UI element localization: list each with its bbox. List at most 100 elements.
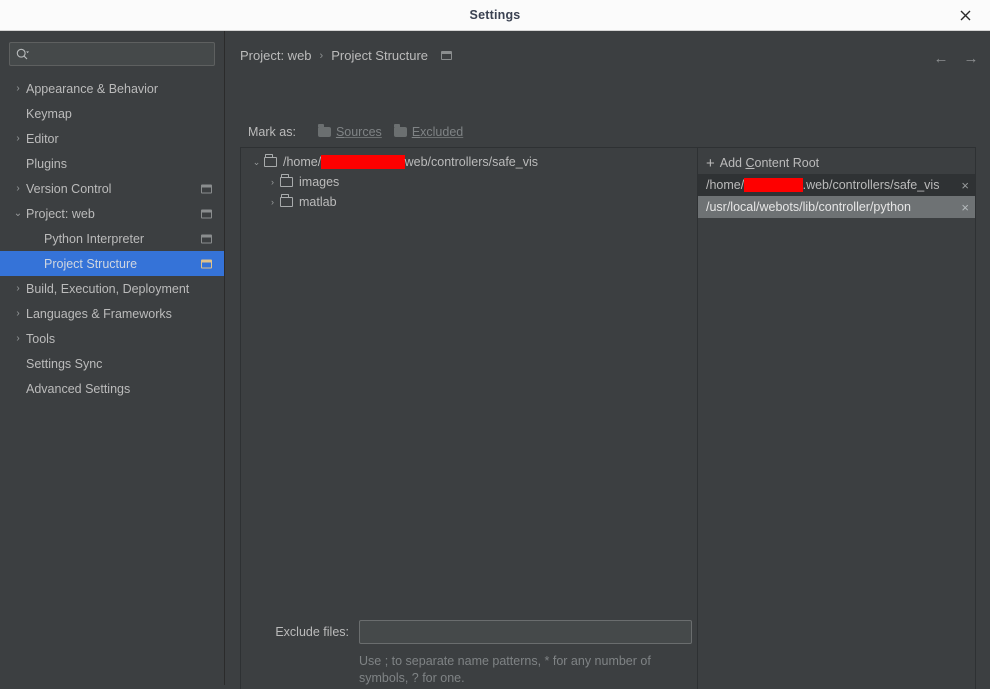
mark-as-toolbar: Mark as: Sources Excluded <box>248 124 464 139</box>
sidebar-item-label: Project Structure <box>44 256 138 271</box>
navigation-arrows: ← → <box>930 47 982 69</box>
mark-as-excluded-button[interactable]: Excluded <box>393 124 464 139</box>
plus-icon: + <box>706 154 715 172</box>
chevron-right-icon: › <box>16 308 20 319</box>
sidebar-item-label: Appearance & Behavior <box>26 81 159 96</box>
sidebar-item-version-control[interactable]: › Version Control <box>0 176 224 201</box>
content-root-tree-panel: ⌄ /home/XXXXXXXXXXweb/controllers/safe_vi… <box>241 148 698 689</box>
sidebar-item-tools[interactable]: › Tools <box>0 326 224 351</box>
sidebar-item-label: Languages & Frameworks <box>26 306 172 321</box>
add-content-root-button[interactable]: + Add Content Root <box>698 152 975 174</box>
sidebar-item-label: Advanced Settings <box>26 381 131 396</box>
chevron-right-icon: › <box>16 333 20 344</box>
add-content-root-label-post: ontent Root <box>754 156 820 170</box>
chevron-right-icon[interactable]: › <box>265 177 280 187</box>
exclude-files-input[interactable] <box>359 620 692 644</box>
sidebar-item-label: Keymap <box>26 106 72 121</box>
project-badge-icon <box>201 234 212 243</box>
path-suffix: web/controllers/safe_vis <box>404 155 538 169</box>
sidebar-item-label: Build, Execution, Deployment <box>26 281 190 296</box>
folder-icon <box>280 174 293 187</box>
project-badge-icon <box>201 209 212 218</box>
window-title: Settings <box>469 8 521 22</box>
search-container <box>0 31 224 74</box>
path-suffix: .web/controllers/safe_vis <box>802 178 940 192</box>
directory-path-label: matlab <box>299 195 337 209</box>
directory-tree-row[interactable]: › images <box>241 172 697 192</box>
sidebar-item-label: Project: web <box>26 206 95 221</box>
project-badge-icon <box>441 51 453 60</box>
mark-as-sources-button[interactable]: Sources <box>317 124 382 139</box>
sidebar-item-label: Version Control <box>26 181 112 196</box>
content-root-item[interactable]: /usr/local/webots/lib/controller/python × <box>698 196 975 218</box>
chevron-down-icon[interactable]: ⌄ <box>249 157 264 168</box>
exclude-files-hint: Use ; to separate name patterns, * for a… <box>359 654 651 685</box>
remove-content-root-icon[interactable]: × <box>961 178 969 193</box>
sidebar-item-settings-sync[interactable]: Settings Sync <box>0 351 224 376</box>
settings-category-tree: › Appearance & Behavior Keymap › Editor Plugi… <box>0 74 224 401</box>
settings-content: Project: web › Project Structure ← → Mar… <box>226 31 990 689</box>
project-structure-panel: ⌄ /home/XXXXXXXXXXweb/controllers/safe_vi… <box>240 147 976 689</box>
exclude-files-label: Exclude files: <box>275 625 349 639</box>
settings-sidebar: › Appearance & Behavior Keymap › Editor Plugi… <box>0 31 225 685</box>
nav-back-icon[interactable]: ← <box>930 47 952 69</box>
title-bar: Settings <box>0 0 990 31</box>
path-prefix: /home/ <box>706 178 745 192</box>
mark-as-label: Mark as: <box>248 125 296 139</box>
chevron-right-icon: › <box>16 83 20 94</box>
folder-icon <box>264 154 277 167</box>
directory-tree-row[interactable]: › matlab <box>241 192 697 212</box>
mark-as-sources-label: ources <box>344 125 382 139</box>
sidebar-item-plugins[interactable]: Plugins <box>0 151 224 176</box>
project-badge-icon <box>201 259 212 268</box>
directory-tree-row[interactable]: ⌄ /home/XXXXXXXXXXweb/controllers/safe_vi… <box>241 152 697 172</box>
chevron-right-icon[interactable]: › <box>265 197 280 207</box>
search-icon <box>16 48 30 61</box>
sidebar-item-appearance-behavior[interactable]: › Appearance & Behavior <box>0 76 224 101</box>
sidebar-item-languages-frameworks[interactable]: › Languages & Frameworks <box>0 301 224 326</box>
sidebar-item-label: Plugins <box>26 156 67 171</box>
folder-icon <box>393 124 407 137</box>
sidebar-item-keymap[interactable]: Keymap <box>0 101 224 126</box>
chevron-down-icon: ⌄ <box>13 208 23 219</box>
breadcrumb-separator: › <box>319 49 324 62</box>
nav-forward-icon[interactable]: → <box>960 47 982 69</box>
breadcrumb: Project: web › Project Structure <box>240 48 453 63</box>
content-root-path: /home/XXXXXXX.web/controllers/safe_vis <box>706 178 939 192</box>
sidebar-item-project-structure[interactable]: Project Structure <box>0 251 224 276</box>
directory-path-label: images <box>299 175 339 189</box>
magnifier-glyph <box>16 48 29 59</box>
close-icon[interactable] <box>948 0 982 31</box>
mark-as-excluded-label: xcluded <box>420 125 464 139</box>
folder-icon <box>317 124 331 137</box>
sidebar-item-project-web[interactable]: ⌄ Project: web <box>0 201 224 226</box>
breadcrumb-root[interactable]: Project: web <box>240 48 312 63</box>
breadcrumb-current: Project Structure <box>331 48 429 63</box>
directory-tree: ⌄ /home/XXXXXXXXXXweb/controllers/safe_vi… <box>241 148 697 212</box>
content-root-item[interactable]: /home/XXXXXXX.web/controllers/safe_vis × <box>698 174 975 196</box>
sidebar-item-label: Tools <box>26 331 56 346</box>
project-badge-icon <box>201 184 212 193</box>
sidebar-item-python-interpreter[interactable]: Python Interpreter <box>0 226 224 251</box>
folder-icon <box>280 194 293 207</box>
path-prefix: /usr/local/webots/lib/controller/python <box>706 200 911 214</box>
sidebar-item-editor[interactable]: › Editor <box>0 126 224 151</box>
content-root-path: /usr/local/webots/lib/controller/python <box>706 200 911 214</box>
path-prefix: images <box>299 175 340 189</box>
sidebar-item-advanced-settings[interactable]: Advanced Settings <box>0 376 224 401</box>
sidebar-item-build-execution-deployment[interactable]: › Build, Execution, Deployment <box>0 276 224 301</box>
content-roots-panel: + Add Content Root /home/XXXXXXX.web/con… <box>698 148 975 689</box>
directory-path-label: /home/XXXXXXXXXXweb/controllers/safe_vis <box>283 155 538 169</box>
redaction-block: XXXXXXXXXX <box>321 155 405 169</box>
settings-window: Settings › Appearance & Behavior Keymap › Ed… <box>0 0 990 689</box>
sidebar-item-label: Settings Sync <box>26 356 103 371</box>
add-content-root-label-pre: Add <box>719 156 746 170</box>
add-content-root-mnemonic: C <box>745 156 755 170</box>
close-glyph <box>960 10 970 21</box>
search-box[interactable] <box>9 42 215 66</box>
sidebar-item-label: Editor <box>26 131 59 146</box>
chevron-right-icon: › <box>16 133 20 144</box>
search-input[interactable] <box>30 43 214 65</box>
remove-content-root-icon[interactable]: × <box>961 200 969 215</box>
redaction-block: XXXXXXX <box>744 178 803 192</box>
